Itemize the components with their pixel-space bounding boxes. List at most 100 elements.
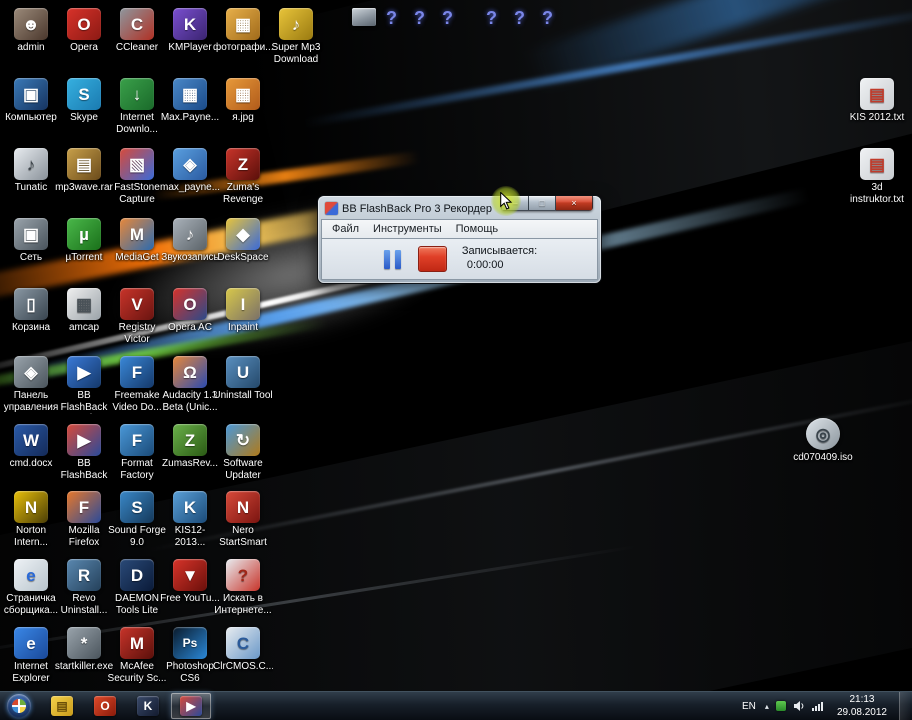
desktop-icon-photoshop-cs6[interactable]: Ps Photoshop CS6 (160, 627, 220, 693)
desktop-icon-uninstall-tool[interactable]: U Uninstall Tool (213, 356, 273, 422)
desktop-icon-tunatic[interactable]: ♪ Tunatic (1, 148, 61, 214)
desktop-icon-mozilla-firefox[interactable]: F Mozilla Firefox (54, 491, 114, 557)
taskbar-clock[interactable]: 21:13 29.08.2012 (832, 693, 892, 719)
desktop-icon-inpaint[interactable]: I Inpaint (213, 288, 273, 354)
taskbar-app-opera[interactable]: O (85, 693, 125, 719)
desktop-icon-искать-в-интернете[interactable]: ? Искать в Интернете... (213, 559, 273, 625)
desktop-icon-ccleaner[interactable]: C CCleaner (107, 8, 167, 74)
desktop-icon-clrcmos-c[interactable]: C ClrCMOS.C... (213, 627, 273, 693)
desktop-icon-label: Revo Uninstall... (60, 593, 108, 616)
desktop-icon-панель-управления[interactable]: ◈ Панель управления (1, 356, 61, 422)
desktop-icon-software-updater[interactable]: ↻ Software Updater (213, 424, 273, 490)
volume-icon[interactable] (793, 700, 805, 712)
taskbar-app-windows-explorer[interactable]: ▤ (42, 693, 82, 719)
desktop-icon-amcap[interactable]: ▦ amcap (54, 288, 114, 354)
desktop-icon-zumasrev[interactable]: Z ZumasRev... (160, 424, 220, 490)
pause-button[interactable] (382, 248, 403, 271)
desktop-icon-skype[interactable]: S Skype (54, 78, 114, 144)
desktop-icon-label: amcap (68, 322, 99, 333)
recorder-window: BB FlashBack Pro 3 Рекордер – □ × Файл Ин… (318, 196, 601, 283)
desktop-icon-image: ▦ (226, 8, 260, 40)
desktop-icon-internet-explorer[interactable]: e Internet Explorer (1, 627, 61, 693)
kaspersky-icon[interactable] (775, 701, 786, 711)
desktop-icon-image: C (226, 627, 260, 659)
desktop-icon-image: D (120, 559, 154, 591)
desktop-icon-revo-uninstall[interactable]: R Revo Uninstall... (54, 559, 114, 625)
desktop-icon-image: ◈ (14, 356, 48, 388)
desktop-icon-cmd-docx[interactable]: W cmd.docx (1, 424, 61, 490)
windows-flag-icon (12, 699, 26, 713)
desktop-icon-startkiller-exe[interactable]: * startkiller.exe (54, 627, 114, 693)
show-desktop-button[interactable] (899, 692, 910, 720)
desktop-icon-max-payne[interactable]: ▦ Max.Payne... (160, 78, 220, 144)
minimize-button[interactable]: – (501, 196, 529, 211)
network-icon[interactable] (811, 700, 825, 712)
desktop-icon-daemon-tools-lite[interactable]: D DAEMON Tools Lite (107, 559, 167, 625)
desktop-icon-label: Max.Payne... (160, 112, 220, 123)
desktop-icon-label: Звукозапись (161, 252, 219, 263)
desktop-icon-faststone-capture[interactable]: ▧ FastStone Capture (107, 148, 167, 214)
desktop-icon-label: McAfee Security Sc... (107, 661, 167, 684)
desktop-icon-norton-intern[interactable]: N Norton Intern... (1, 491, 61, 557)
desktop-icon-label: max_payne... (160, 182, 220, 193)
desktop-icon-max-payne[interactable]: ◈ max_payne... (160, 148, 220, 214)
maximize-button[interactable]: □ (529, 196, 556, 211)
desktop-icon-nero-startsmart[interactable]: N Nero StartSmart (213, 491, 273, 557)
desktop-icon-freemake-video-do[interactable]: F Freemake Video Do... (107, 356, 167, 422)
desktop-icon-bb-flashback-pro-3-recor[interactable]: ▶ BB FlashBack Pro 3 Recor... (54, 424, 114, 490)
desktop-icon-free-youtu[interactable]: ▼ Free YouTu... (160, 559, 220, 625)
desktop-icon-deskspace[interactable]: ◆ DeskSpace (213, 218, 273, 284)
record-stop-button[interactable] (417, 246, 447, 272)
desktop-icon-audacity-1-3-beta-unic[interactable]: Ω Audacity 1.3 Beta (Unic... (160, 356, 220, 422)
desktop[interactable]: ☻ admin ▣ Компьютер ♪ Tunatic ▣ Сеть ▯ К… (0, 0, 912, 720)
missing-shortcut-icon[interactable]: ? (514, 8, 525, 29)
missing-shortcut-icon[interactable]: ? (442, 8, 453, 29)
menu-item-инструменты[interactable]: Инструменты (366, 222, 449, 236)
desktop-icon-µtorrent[interactable]: µ µTorrent (54, 218, 114, 284)
desktop-icon-mp3wave-rar[interactable]: ▤ mp3wave.rar (54, 148, 114, 214)
desktop-icon-kis-2012-txt[interactable]: ▤ KIS 2012.txt (847, 78, 907, 144)
missing-shortcut-icon[interactable]: ? (542, 8, 553, 29)
taskbar-app-bb-flashback-recorder[interactable]: ▶ (171, 693, 211, 719)
desktop-icon-registry-victor[interactable]: V Registry Victor (107, 288, 167, 354)
language-indicator[interactable]: EN (740, 701, 758, 712)
desktop-icon-image: F (120, 424, 154, 456)
desktop-icon-сеть[interactable]: ▣ Сеть (1, 218, 61, 284)
desktop-icon-kis12-2013[interactable]: K KIS12-2013... (160, 491, 220, 557)
desktop-icon-admin[interactable]: ☻ admin (1, 8, 61, 74)
missing-shortcut-icon[interactable]: ? (486, 8, 497, 29)
desktop-icon-я-jpg[interactable]: ▦ я.jpg (213, 78, 273, 144)
desktop-icon-label: DAEMON Tools Lite (115, 593, 159, 616)
desktop-icon-kmplayer[interactable]: K KMPlayer (160, 8, 220, 74)
desktop-icon-internet-downlo[interactable]: ↓ Internet Downlo... (107, 78, 167, 144)
desktop-icon-звукозапись[interactable]: ♪ Звукозапись (160, 218, 220, 284)
desktop-icon-3d-instruktor-txt[interactable]: ▤ 3d instruktor.txt (847, 148, 907, 214)
desktop-icon-страничка-сборщика[interactable]: e Страничка сборщика... (1, 559, 61, 625)
desktop-icon-корзина[interactable]: ▯ Корзина (1, 288, 61, 354)
desktop-icon-фотографи[interactable]: ▦ фотографи... (213, 8, 273, 74)
close-button[interactable]: × (556, 196, 593, 211)
menu-item-помощь[interactable]: Помощь (449, 222, 506, 236)
desktop-icon-mcafee-security-sc[interactable]: M McAfee Security Sc... (107, 627, 167, 693)
hidden-icons-chevron[interactable]: ▴ (765, 702, 769, 711)
desktop-icon-zuma-s-revenge[interactable]: Z Zuma's Revenge (213, 148, 273, 214)
desktop-icon-компьютер[interactable]: ▣ Компьютер (1, 78, 61, 144)
missing-shortcut-icon[interactable]: ? (414, 8, 425, 29)
taskbar-app-kmplayer[interactable]: K (128, 693, 168, 719)
desktop-icon-cd070409-iso[interactable]: ◎ cd070409.iso (793, 418, 853, 484)
desktop-icon-image: ▶ (67, 356, 101, 388)
missing-shortcut-icon[interactable]: ? (386, 8, 397, 29)
desktop-icon-opera-ac[interactable]: O Opera AC (160, 288, 220, 354)
desktop-icon-bb-flashback-pro-3-player[interactable]: ▶ BB FlashBack Pro 3 Player (54, 356, 114, 422)
desktop-icon-image: ▦ (173, 78, 207, 110)
desktop-icon-image: ◈ (173, 148, 207, 180)
desktop-icon-super-mp3-download[interactable]: ♪ Super Mp3 Download (266, 8, 326, 74)
menu-item-файл[interactable]: Файл (325, 222, 366, 236)
unknown-box-icon[interactable] (352, 8, 376, 26)
desktop-icon-label: Искать в Интернете... (214, 593, 272, 616)
desktop-icon-opera[interactable]: O Opera (54, 8, 114, 74)
desktop-icon-mediaget[interactable]: M MediaGet (107, 218, 167, 284)
desktop-icon-format-factory[interactable]: F Format Factory (107, 424, 167, 490)
desktop-icon-sound-forge-9-0[interactable]: S Sound Forge 9.0 (107, 491, 167, 557)
start-button[interactable] (1, 692, 37, 720)
